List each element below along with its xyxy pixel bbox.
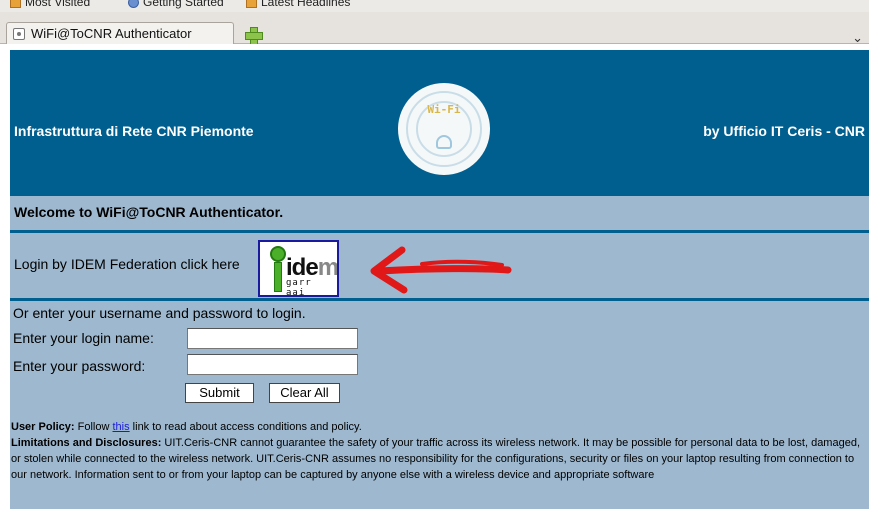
password-label: Enter your password: bbox=[13, 358, 146, 374]
authenticator-frame: Infrastruttura di Rete CNR Piemonte Wi-F… bbox=[10, 50, 869, 509]
idem-mascot-icon bbox=[270, 246, 286, 262]
user-policy-line: User Policy: Follow this link to read ab… bbox=[11, 419, 869, 435]
idem-mascot-body bbox=[274, 262, 282, 292]
idem-login-label: Login by IDEM Federation click here bbox=[14, 256, 240, 272]
bookmark-label: Getting Started bbox=[143, 0, 224, 9]
tab-bar: WiFi@ToCNR Authenticator ⌄ bbox=[0, 12, 869, 45]
policy-link[interactable]: this bbox=[113, 421, 130, 433]
login-name-label: Enter your login name: bbox=[13, 330, 154, 346]
bookmark-label: Most Visited bbox=[25, 0, 91, 9]
limitations-paragraph: Limitations and Disclosures: UIT.Ceris-C… bbox=[11, 435, 869, 483]
new-tab-plus-icon[interactable] bbox=[244, 26, 263, 45]
password-input[interactable] bbox=[187, 354, 358, 375]
login-intro-text: Or enter your username and password to l… bbox=[13, 305, 306, 321]
bookmark-label: Latest Headlines bbox=[261, 0, 351, 9]
policy-section: User Policy: Follow this link to read ab… bbox=[11, 419, 869, 483]
bookmarks-toolbar: Most Visited Getting Started Latest Head… bbox=[0, 0, 869, 12]
clear-all-button[interactable]: Clear All bbox=[269, 383, 340, 403]
rss-feed-icon bbox=[10, 0, 21, 8]
bookmark-latest-headlines[interactable]: Latest Headlines bbox=[246, 0, 350, 9]
tab-title: WiFi@ToCNR Authenticator bbox=[31, 26, 192, 41]
user-policy-heading: User Policy: bbox=[11, 421, 75, 433]
idem-login-button[interactable]: idem garr aai bbox=[258, 240, 339, 297]
divider bbox=[10, 230, 869, 233]
bookmark-getting-started[interactable]: Getting Started bbox=[128, 0, 224, 9]
tab-wifi-authenticator[interactable]: WiFi@ToCNR Authenticator bbox=[6, 22, 234, 44]
wifi-logo: Wi-Fi bbox=[398, 83, 490, 175]
header-left-title: Infrastruttura di Rete CNR Piemonte bbox=[14, 123, 254, 139]
page-favicon-icon bbox=[13, 27, 25, 40]
firefox-icon bbox=[128, 0, 139, 8]
limitations-heading: Limitations and Disclosures: bbox=[11, 437, 162, 449]
header-banner: Infrastruttura di Rete CNR Piemonte Wi-F… bbox=[10, 50, 869, 196]
submit-button[interactable]: Submit bbox=[185, 383, 254, 403]
logo-text: Wi-Fi bbox=[427, 103, 461, 116]
rss-feed-icon bbox=[246, 0, 257, 8]
user-policy-pre: Follow bbox=[74, 421, 113, 433]
divider bbox=[10, 298, 869, 301]
idem-logo-subtext: garr aai bbox=[286, 278, 312, 297]
login-name-input[interactable] bbox=[187, 328, 358, 349]
page-content: Infrastruttura di Rete CNR Piemonte Wi-F… bbox=[0, 44, 869, 509]
wifi-signal-icon bbox=[436, 135, 452, 149]
bookmark-most-visited[interactable]: Most Visited bbox=[10, 0, 90, 9]
red-arrow-icon bbox=[370, 246, 512, 294]
header-right-title: by Ufficio IT Ceris - CNR bbox=[703, 123, 865, 139]
user-policy-post: link to read about access conditions and… bbox=[129, 421, 362, 433]
welcome-heading: Welcome to WiFi@ToCNR Authenticator. bbox=[14, 204, 284, 220]
idem-logo-word-tail: m bbox=[317, 254, 339, 281]
idem-logo-word: ide bbox=[286, 254, 319, 281]
